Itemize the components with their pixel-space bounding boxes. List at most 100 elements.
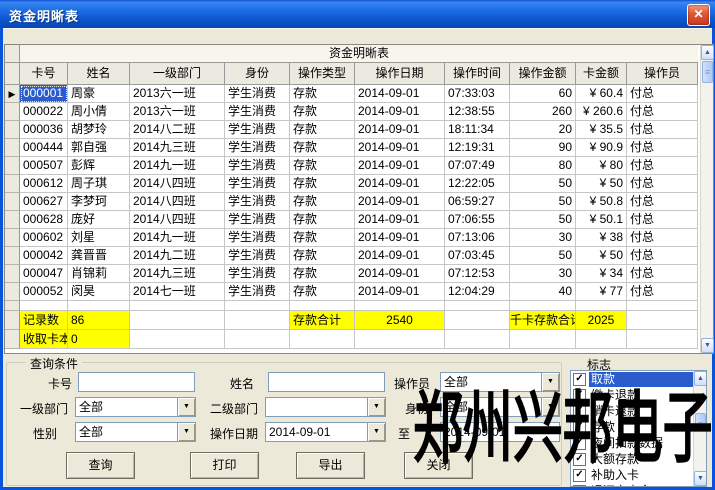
grid-cell[interactable]: 存款 [290,211,355,229]
grid-cell[interactable]: 存款 [290,229,355,247]
flag-item[interactable]: ✓退还卡本金 [571,483,693,487]
grid-cell[interactable]: 付总 [627,175,698,193]
column-header-card-amount[interactable]: 卡金额 [576,63,627,85]
row-selector[interactable] [5,247,20,265]
grid-cell[interactable]: 周小倩 [68,103,130,121]
grid-cell[interactable]: 000001 [20,85,68,103]
grid-cell[interactable]: 000444 [20,139,68,157]
grid-cell[interactable]: 2014九三班 [130,139,225,157]
grid-cell[interactable]: 2014-09-01 [355,283,445,301]
grid-cell[interactable]: 20 [510,121,576,139]
grid-vertical-scrollbar[interactable]: ▲ ▼ [700,45,713,353]
grid-cell[interactable]: ¥ 260.6 [576,103,627,121]
grid-cell[interactable]: 80 [510,157,576,175]
table-row[interactable]: 000042龚晋晋2014九二班学生消费存款2014-09-0107:03:45… [5,247,698,265]
grid-cell[interactable]: 07:13:06 [445,229,510,247]
dropdown-arrow-icon[interactable]: ▼ [367,398,385,416]
grid-cell[interactable]: 2014-09-01 [355,229,445,247]
gender-select[interactable]: 全部 ▼ [75,422,196,442]
grid-cell[interactable]: 2014-09-01 [355,247,445,265]
grid-cell[interactable]: 付总 [627,211,698,229]
grid-cell[interactable]: 付总 [627,103,698,121]
column-header-dept1[interactable]: 一级部门 [130,63,225,85]
grid-cell[interactable]: 000036 [20,121,68,139]
grid-cell[interactable]: 学生消费 [225,265,290,283]
column-header-op-time[interactable]: 操作时间 [445,63,510,85]
grid-cell[interactable]: 存款 [290,157,355,175]
close-button[interactable]: ✕ [687,4,710,26]
column-header-card-no[interactable]: 卡号 [20,63,68,85]
row-selector[interactable] [5,121,20,139]
grid-cell[interactable]: 000627 [20,193,68,211]
table-row[interactable]: 000444郭自强2014九三班学生消费存款2014-09-0112:19:31… [5,139,698,157]
grid-cell[interactable]: 2014-09-01 [355,103,445,121]
row-selector[interactable] [5,229,20,247]
grid-cell[interactable]: 90 [510,139,576,157]
dept1-select[interactable]: 全部 ▼ [75,397,196,417]
grid-cell[interactable]: 2014九三班 [130,265,225,283]
grid-cell[interactable]: 000602 [20,229,68,247]
row-selector[interactable] [5,211,20,229]
grid-cell[interactable]: 2014-09-01 [355,211,445,229]
op-date-select[interactable]: 2014-09-01 ▼ [265,422,386,442]
grid-cell[interactable]: 付总 [627,265,698,283]
grid-cell[interactable]: 学生消费 [225,247,290,265]
scrollbar-thumb[interactable] [702,61,713,83]
grid-cell[interactable]: ¥ 50.1 [576,211,627,229]
grid-cell[interactable]: 12:04:29 [445,283,510,301]
grid-cell[interactable]: 06:59:27 [445,193,510,211]
grid-cell[interactable]: 07:03:45 [445,247,510,265]
grid-cell[interactable]: 存款 [290,121,355,139]
grid-cell[interactable]: 付总 [627,85,698,103]
grid-cell[interactable]: 000628 [20,211,68,229]
grid-cell[interactable]: 学生消费 [225,283,290,301]
column-header-op-amount[interactable]: 操作金额 [510,63,576,85]
grid-cell[interactable]: 000042 [20,247,68,265]
grid-cell[interactable]: 2014七一班 [130,283,225,301]
table-row[interactable]: 000628庞好2014八四班学生消费存款2014-09-0107:06:555… [5,211,698,229]
grid-cell[interactable]: 12:19:31 [445,139,510,157]
grid-cell[interactable]: 付总 [627,121,698,139]
grid-cell[interactable]: 2014-09-01 [355,193,445,211]
grid-cell[interactable]: ¥ 80 [576,157,627,175]
grid-cell[interactable]: 60 [510,85,576,103]
grid-cell[interactable]: 2014八四班 [130,193,225,211]
row-selector[interactable] [5,139,20,157]
grid-cell[interactable]: 2014-09-01 [355,85,445,103]
grid-cell[interactable]: 龚晋晋 [68,247,130,265]
grid-cell[interactable]: 50 [510,175,576,193]
grid-cell[interactable]: 彭辉 [68,157,130,175]
table-row[interactable]: 000052闵昊2014七一班学生消费存款2014-09-0112:04:294… [5,283,698,301]
grid-cell[interactable]: ¥ 34 [576,265,627,283]
grid-cell[interactable]: 付总 [627,139,698,157]
grid-cell[interactable]: 2014-09-01 [355,157,445,175]
grid-cell[interactable]: 闵昊 [68,283,130,301]
grid-cell[interactable]: 40 [510,283,576,301]
checkbox-icon[interactable]: ✓ [573,485,586,488]
grid-cell[interactable]: ¥ 90.9 [576,139,627,157]
grid-cell[interactable]: 2013六一班 [130,103,225,121]
grid-cell[interactable]: ¥ 50 [576,175,627,193]
print-button[interactable]: 打印 [190,452,259,479]
grid-cell[interactable]: 260 [510,103,576,121]
grid-cell[interactable]: 存款 [290,265,355,283]
grid-cell[interactable]: 胡梦玲 [68,121,130,139]
grid-cell[interactable]: 存款 [290,247,355,265]
search-button[interactable]: 查询 [66,452,135,479]
grid-cell[interactable]: 2014九一班 [130,157,225,175]
grid-cell[interactable]: 付总 [627,247,698,265]
grid-cell[interactable]: 2014-09-01 [355,139,445,157]
card-no-input[interactable] [78,372,195,392]
grid-cell[interactable]: 付总 [627,283,698,301]
row-selector[interactable] [5,103,20,121]
grid-cell[interactable]: 学生消费 [225,121,290,139]
grid-cell[interactable]: 2014九一班 [130,229,225,247]
grid-cell[interactable]: 学生消费 [225,193,290,211]
export-button[interactable]: 导出 [296,452,365,479]
table-row[interactable]: 000036胡梦玲2014八二班学生消费存款2014-09-0118:11:34… [5,121,698,139]
grid-cell[interactable]: 30 [510,265,576,283]
grid-cell[interactable]: 2014八四班 [130,211,225,229]
dropdown-arrow-icon[interactable]: ▼ [177,423,195,441]
row-selector[interactable] [5,157,20,175]
grid-cell[interactable]: 存款 [290,139,355,157]
